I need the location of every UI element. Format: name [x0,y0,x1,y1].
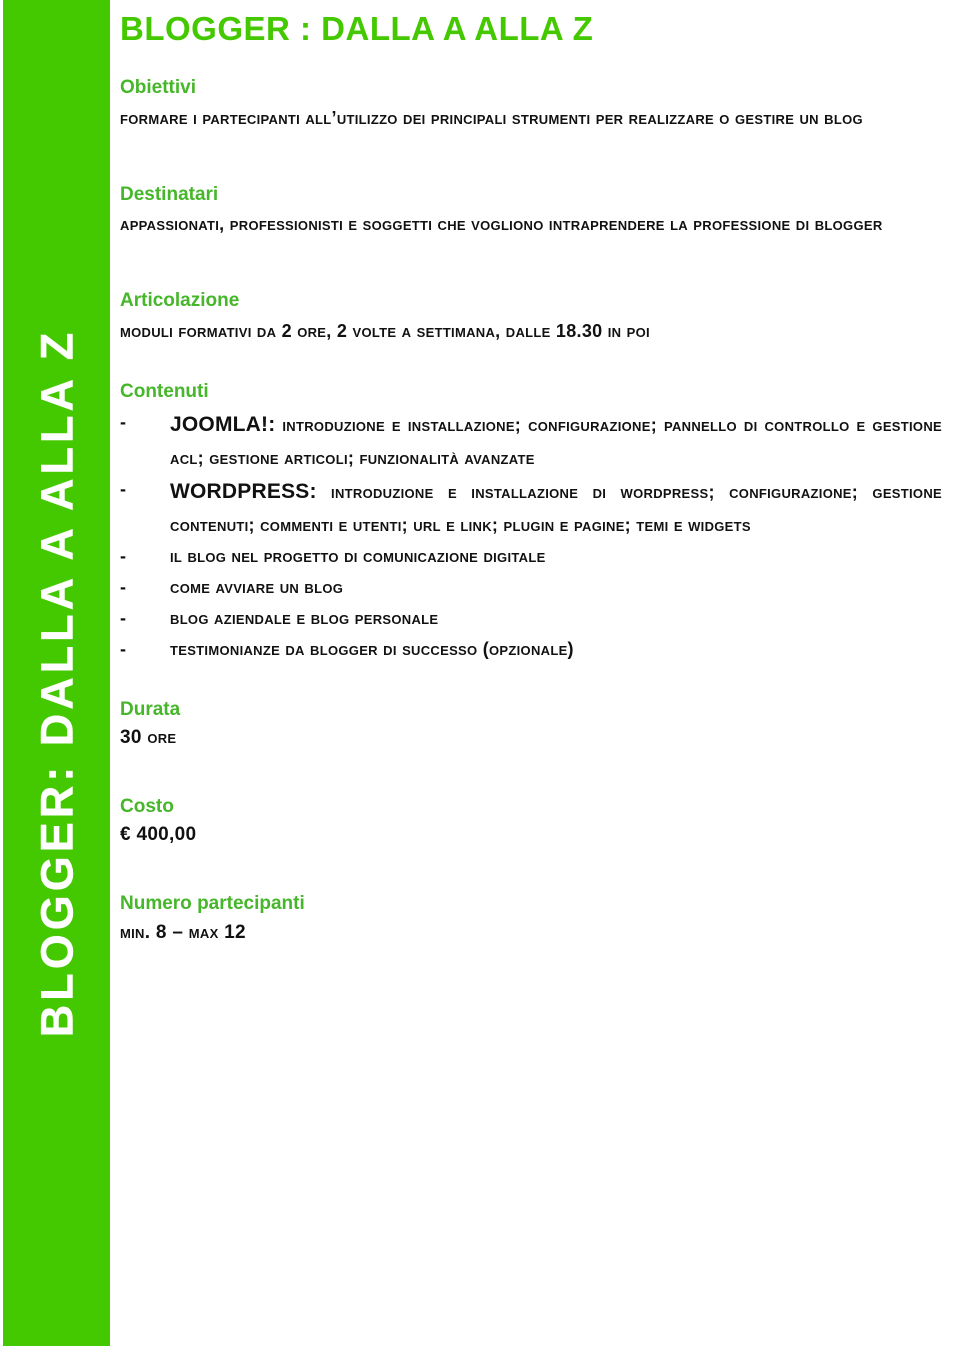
section-destinatari: Destinatari Appassionati, professionisti… [120,182,942,241]
contenuti-item-lead: JOOMLA!: [170,412,276,436]
section-label-destinatari: Destinatari [120,183,219,205]
contenuti-list-item: - WORDPRESS: introduzione e installazione… [120,474,942,541]
section-costo: Costo € 400,00 [120,794,942,849]
section-body-obiettivi: Formare i partecipanti all’utilizzo dei … [120,107,863,128]
document-content: BLOGGER : DALLA A ALLA Z Obiettivi Forma… [120,0,942,946]
section-value-durata: 30 ore [120,727,177,749]
contenuti-item-text: Come avviare un blog [170,576,344,597]
section-label-obiettivi: Obiettivi [120,77,197,99]
contenuti-item-text: introduzione e installazione; configuraz… [170,414,942,468]
contenuti-list: - JOOMLA!: introduzione e installazione; … [120,407,942,665]
section-label-articolazione: Articolazione [120,290,240,312]
contenuti-item-text: Blog aziendale e blog personale [170,607,439,628]
section-label-costo: Costo [120,795,174,817]
section-body-articolazione: Moduli formativi da 2 ore, 2 volte a set… [120,321,650,342]
bullet-dash-icon: - [120,411,127,432]
contenuti-list-item: - JOOMLA!: introduzione e installazione; … [120,407,942,474]
section-label-durata: Durata [120,698,181,720]
sidebar-green-band: BLOGGER: DALLA A ALLA Z [3,0,110,1346]
section-articolazione: Articolazione Moduli formativi da 2 ore,… [120,288,942,347]
bullet-dash-icon: - [120,607,127,628]
contenuti-list-item: - Testimonianze da blogger di successo (o… [120,634,942,665]
bullet-dash-icon: - [120,576,127,597]
contenuti-list-item: - Come avviare un blog [120,572,942,603]
section-numero-partecipanti: Numero partecipanti Min. 8 – max 12 [120,891,942,946]
sidebar-vertical-title: BLOGGER: DALLA A ALLA Z [31,328,82,1038]
contenuti-item-text: Il blog nel progetto di comunicazione di… [170,545,546,566]
section-body-destinatari: Appassionati, professionisti e soggetti … [120,214,883,235]
section-contenuti: Contenuti - JOOMLA!: introduzione e insta… [120,379,942,665]
section-obiettivi: Obiettivi Formare i partecipanti all’uti… [120,75,942,134]
section-durata: Durata 30 ore [120,697,942,752]
section-value-costo: € 400,00 [120,824,197,846]
page-title: BLOGGER : DALLA A ALLA Z [120,10,594,47]
contenuti-item-lead: WORDPRESS: [170,479,317,503]
bullet-dash-icon: - [120,638,127,659]
bullet-dash-icon: - [120,545,127,566]
section-label-contenuti: Contenuti [120,381,209,403]
bullet-dash-icon: - [120,478,127,499]
contenuti-item-text: Testimonianze da blogger di successo (op… [170,638,574,659]
section-value-numero-partecipanti: Min. 8 – max 12 [120,921,246,943]
section-label-numero-partecipanti: Numero partecipanti [120,892,305,914]
contenuti-list-item: - Blog aziendale e blog personale [120,603,942,634]
contenuti-list-item: - Il blog nel progetto di comunicazione d… [120,541,942,572]
